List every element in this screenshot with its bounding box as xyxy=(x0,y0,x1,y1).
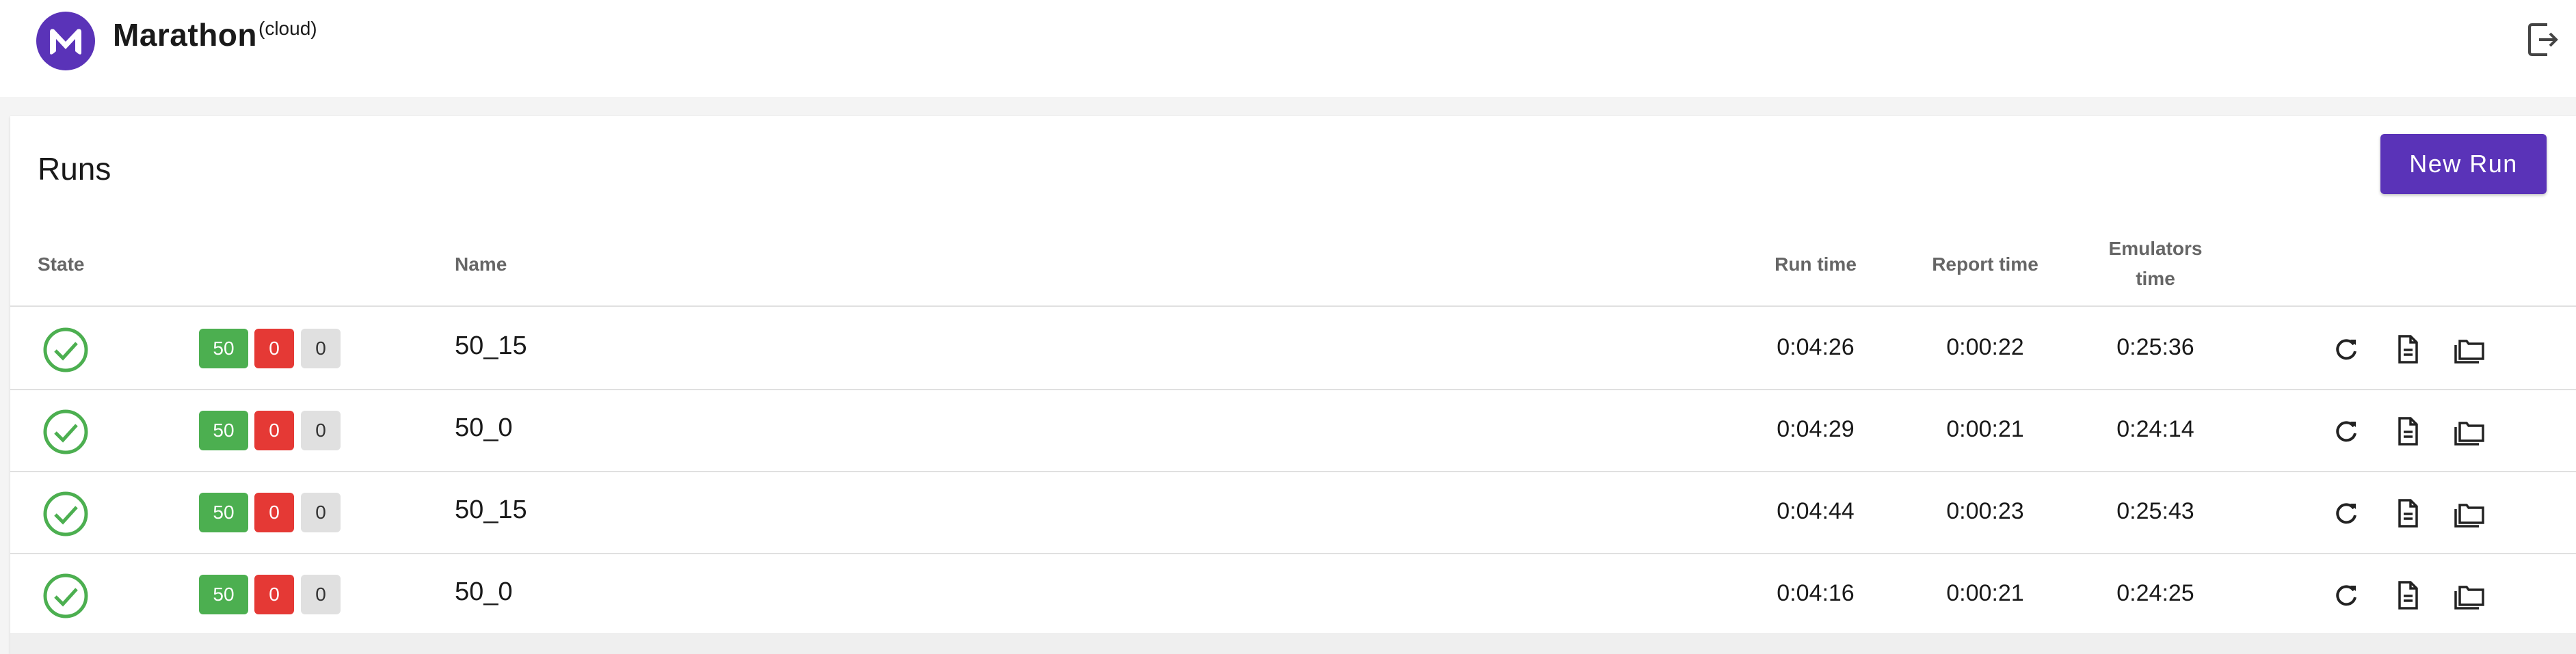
restart-icon[interactable] xyxy=(2330,497,2363,530)
table-row[interactable]: 50 0 0 50_15 0:04:26 0:00:22 0:25:36 xyxy=(10,307,2576,390)
folder-icon[interactable] xyxy=(2453,333,2486,366)
skipped-count-badge: 0 xyxy=(301,411,341,450)
report-document-icon[interactable] xyxy=(2391,579,2424,612)
report-document-icon[interactable] xyxy=(2391,415,2424,448)
run-name[interactable]: 50_0 xyxy=(455,413,513,443)
column-header-emulators-time-line1: Emulators xyxy=(2108,238,2203,259)
failed-count-badge: 0 xyxy=(254,575,294,614)
success-check-icon xyxy=(43,491,88,536)
folder-icon[interactable] xyxy=(2453,579,2486,612)
failed-count-badge: 0 xyxy=(254,411,294,450)
logout-icon[interactable] xyxy=(2527,21,2561,59)
report-document-icon[interactable] xyxy=(2391,333,2424,366)
folder-icon[interactable] xyxy=(2453,497,2486,530)
run-time-value: 0:04:16 xyxy=(1777,580,1855,606)
report-document-icon[interactable] xyxy=(2391,497,2424,530)
passed-count-badge: 50 xyxy=(199,575,248,614)
passed-count-badge: 50 xyxy=(199,329,248,368)
restart-icon[interactable] xyxy=(2330,415,2363,448)
restart-icon[interactable] xyxy=(2330,333,2363,366)
column-header-emulators-time[interactable]: Emulators time xyxy=(2073,234,2238,294)
restart-icon[interactable] xyxy=(2330,579,2363,612)
success-check-icon xyxy=(43,327,88,372)
marathon-logo-icon[interactable] xyxy=(36,12,95,70)
report-time-value: 0:00:21 xyxy=(1946,580,2024,606)
passed-count-badge: 50 xyxy=(199,493,248,532)
column-header-name[interactable]: Name xyxy=(455,249,507,280)
report-time-value: 0:00:22 xyxy=(1946,334,2024,360)
run-name[interactable]: 50_15 xyxy=(455,495,527,525)
app-title-suffix: (cloud) xyxy=(258,18,317,39)
skipped-count-badge: 0 xyxy=(301,575,341,614)
emulators-time-value: 0:25:36 xyxy=(2116,334,2194,360)
page-title: Runs xyxy=(38,151,111,187)
column-header-state[interactable]: State xyxy=(38,249,84,280)
app-title: Marathon xyxy=(113,17,257,53)
run-time-value: 0:04:26 xyxy=(1777,334,1855,360)
column-header-run-time[interactable]: Run time xyxy=(1734,249,1898,280)
top-bar: Marathon (cloud) xyxy=(0,0,2576,97)
skipped-count-badge: 0 xyxy=(301,493,341,532)
success-check-icon xyxy=(43,409,88,454)
failed-count-badge: 0 xyxy=(254,329,294,368)
table-row[interactable]: 50 0 0 50_0 0:04:16 0:00:21 0:24:25 xyxy=(10,553,2576,636)
column-header-emulators-time-line2: time xyxy=(2136,268,2175,289)
skipped-count-badge: 0 xyxy=(301,329,341,368)
run-time-value: 0:04:29 xyxy=(1777,416,1855,442)
run-name[interactable]: 50_0 xyxy=(455,577,513,607)
folder-icon[interactable] xyxy=(2453,415,2486,448)
table-row[interactable]: 50 0 0 50_15 0:04:44 0:00:23 0:25:43 xyxy=(10,471,2576,554)
emulators-time-value: 0:25:43 xyxy=(2116,498,2194,524)
run-name[interactable]: 50_15 xyxy=(455,331,527,361)
emulators-time-value: 0:24:14 xyxy=(2116,416,2194,442)
column-header-report-time[interactable]: Report time xyxy=(1903,249,2067,280)
table-row[interactable]: 50 0 0 50_0 0:04:29 0:00:21 0:24:14 xyxy=(10,389,2576,472)
run-time-value: 0:04:44 xyxy=(1777,498,1855,524)
success-check-icon xyxy=(43,573,88,618)
failed-count-badge: 0 xyxy=(254,493,294,532)
new-run-button[interactable]: New Run xyxy=(2380,134,2547,194)
passed-count-badge: 50 xyxy=(199,411,248,450)
runs-card: Runs New Run State Name Run time Report … xyxy=(10,116,2576,654)
table-footer xyxy=(10,633,2576,654)
report-time-value: 0:00:21 xyxy=(1946,416,2024,442)
report-time-value: 0:00:23 xyxy=(1946,498,2024,524)
emulators-time-value: 0:24:25 xyxy=(2116,580,2194,606)
